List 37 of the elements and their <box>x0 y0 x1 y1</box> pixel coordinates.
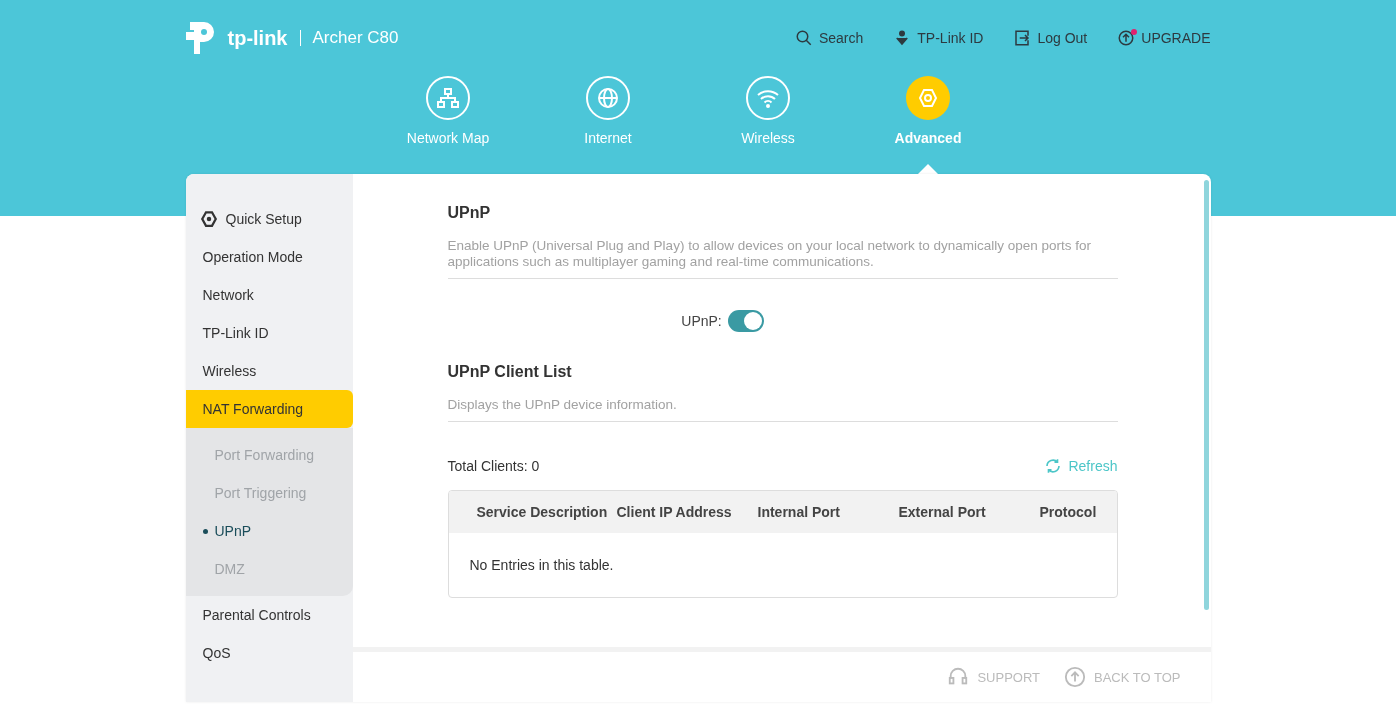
upload-icon <box>1117 29 1136 47</box>
total-clients: Total Clients: 0 <box>447 458 540 474</box>
section-title: UPnP Client List <box>447 363 573 381</box>
sidebar-item[interactable]: QoS <box>185 634 353 672</box>
column-header: External Port <box>898 504 987 520</box>
column-header: Service Description <box>476 504 609 520</box>
sidebar-item[interactable]: Quick Setup <box>185 200 353 238</box>
globe-icon <box>596 86 620 110</box>
section-description: Enable UPnP (Universal Plug and Play) to allow devices on your local network to dynamically open ports for applications such as multiplayer gaming and real-time communications. <box>447 238 1118 279</box>
column-header: Internal Port <box>757 504 841 520</box>
column-header: Client IP Address <box>616 504 733 520</box>
gear-icon <box>916 86 940 110</box>
sidebar-item[interactable]: TP-Link ID <box>185 314 353 352</box>
arrow-up-icon <box>1064 666 1087 688</box>
upnp-toggle[interactable] <box>727 310 764 332</box>
network-icon <box>436 86 460 110</box>
model-name: Archer C80 <box>312 28 399 48</box>
sidebar-item[interactable]: Wireless <box>185 352 353 390</box>
sidebar-subitem[interactable]: UPnP <box>185 512 353 550</box>
header-link[interactable]: Log Out <box>1013 29 1088 47</box>
logout-icon <box>1013 29 1032 47</box>
scrollbar[interactable] <box>1203 180 1209 610</box>
refresh-icon <box>1044 457 1063 475</box>
sidebar-item[interactable]: Operation Mode <box>185 238 353 276</box>
sidebar-item[interactable]: Network <box>185 276 353 314</box>
section-title: UPnP <box>447 204 492 222</box>
sidebar-item[interactable]: Parental Controls <box>185 596 353 634</box>
header-link[interactable]: TP-Link ID <box>893 29 984 47</box>
brand-logo: tp-link <box>227 26 288 50</box>
header-link[interactable]: Search <box>794 29 864 47</box>
column-header: Protocol <box>1039 504 1098 520</box>
section-description: Displays the UPnP device information. <box>447 397 1118 422</box>
empty-message: No Entries in this table. <box>469 557 614 573</box>
search-icon <box>794 29 813 47</box>
toggle-label: UPnP: <box>681 313 722 329</box>
header-link[interactable]: UPGRADE <box>1117 29 1211 47</box>
sidebar-item[interactable]: NAT Forwarding <box>185 390 353 428</box>
